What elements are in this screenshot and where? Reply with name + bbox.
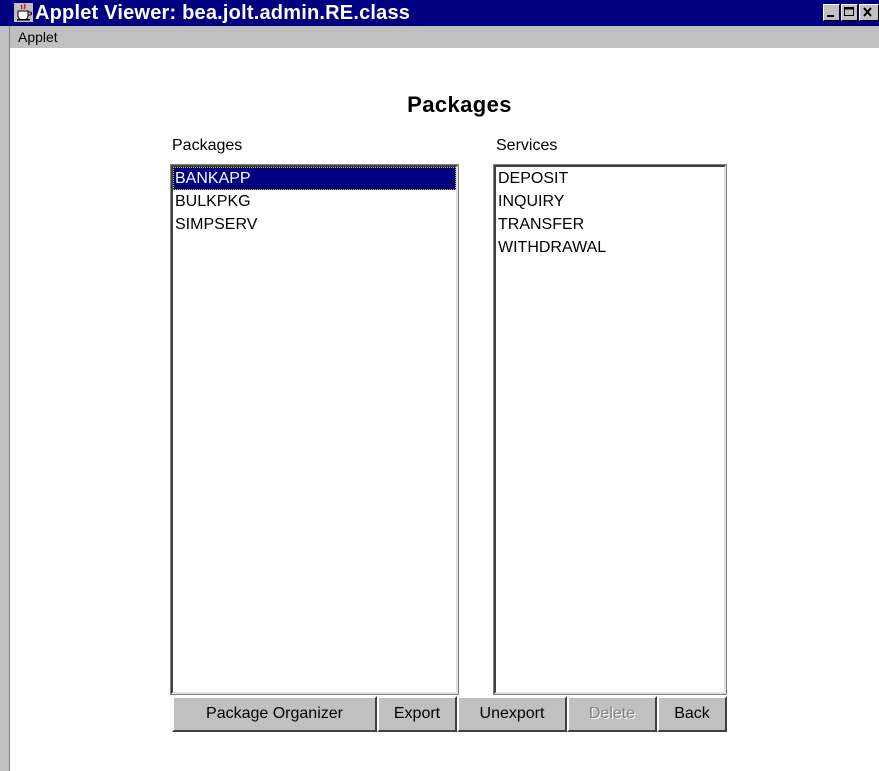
window-title: Applet Viewer: bea.jolt.admin.RE.class xyxy=(35,2,411,24)
package-item-bankapp[interactable]: BANKAPP xyxy=(173,167,456,190)
package-organizer-button[interactable]: Package Organizer xyxy=(172,696,377,732)
delete-button: Delete xyxy=(567,696,657,732)
applet-panel: Packages Packages Services BANKAPP BULKP… xyxy=(11,48,879,771)
service-item-transfer[interactable]: TRANSFER xyxy=(496,213,724,236)
services-label: Services xyxy=(496,137,558,154)
export-button[interactable]: Export xyxy=(377,696,457,732)
maximize-icon xyxy=(844,7,854,16)
service-item-withdrawal[interactable]: WITHDRAWAL xyxy=(496,236,724,259)
java-cup-icon xyxy=(14,3,33,22)
window-frame xyxy=(0,0,10,771)
menu-bar: Applet xyxy=(10,26,879,48)
service-item-deposit[interactable]: DEPOSIT xyxy=(496,167,724,190)
services-list[interactable]: DEPOSIT INQUIRY TRANSFER WITHDRAWAL xyxy=(493,164,727,695)
minimize-icon xyxy=(827,15,834,17)
service-item-inquiry[interactable]: INQUIRY xyxy=(496,190,724,213)
page-title: Packages xyxy=(407,92,512,117)
package-item-simpserv[interactable]: SIMPSERV xyxy=(173,213,456,236)
minimize-button[interactable] xyxy=(823,4,840,21)
packages-label: Packages xyxy=(172,137,243,154)
packages-list[interactable]: BANKAPP BULKPKG SIMPSERV xyxy=(170,164,459,695)
package-item-bulkpkg[interactable]: BULKPKG xyxy=(173,190,456,213)
close-button[interactable] xyxy=(859,4,879,21)
title-bar[interactable]: Applet Viewer: bea.jolt.admin.RE.class xyxy=(0,0,879,26)
back-button[interactable]: Back xyxy=(657,696,727,732)
unexport-button[interactable]: Unexport xyxy=(457,696,567,732)
menu-applet[interactable]: Applet xyxy=(18,29,58,45)
close-icon xyxy=(863,7,872,17)
maximize-button[interactable] xyxy=(841,4,858,21)
